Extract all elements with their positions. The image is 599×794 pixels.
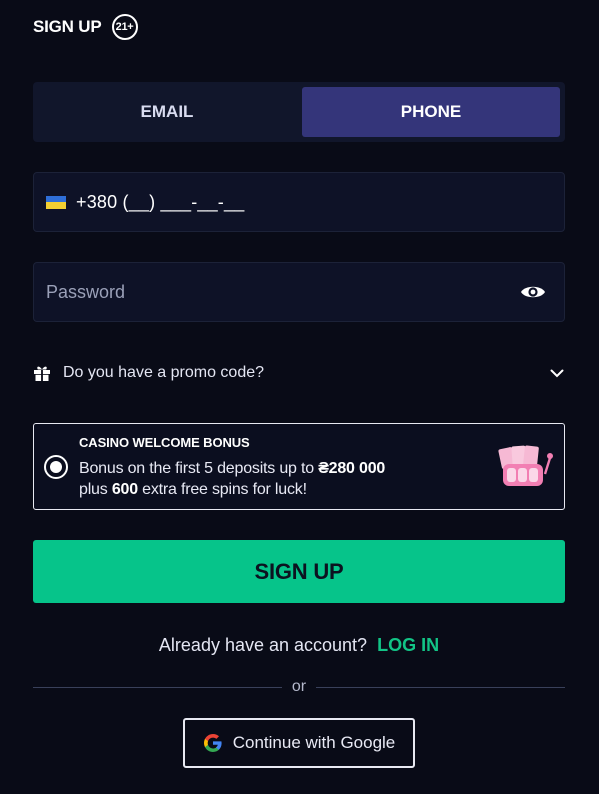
bonus-title: CASINO WELCOME BONUS [79, 435, 250, 450]
continue-with-google-button[interactable]: Continue with Google [183, 718, 415, 768]
google-button-label: Continue with Google [232, 733, 396, 752]
password-field[interactable]: Password [33, 262, 565, 322]
phone-field[interactable]: +380 (__) ___-__-__ [33, 172, 565, 232]
divider-text: or [291, 678, 307, 695]
signup-button[interactable]: SIGN UP [33, 540, 565, 603]
or-divider: or [33, 676, 566, 698]
slot-machine-icon [498, 445, 553, 486]
ukraine-flag-icon[interactable] [46, 195, 66, 209]
age-restriction-badge: 21+ [111, 14, 138, 40]
bonus-description: Bonus on the first 5 deposits up to ₴280… [79, 460, 386, 498]
chevron-down-icon[interactable] [549, 365, 565, 381]
login-question: Already have an account? [158, 634, 368, 655]
tab-phone[interactable]: PHONE [302, 87, 560, 137]
password-input[interactable]: Password [46, 282, 520, 303]
promo-code-toggle[interactable]: Do you have a promo code? [33, 358, 565, 388]
page-title: SIGN UP [33, 17, 102, 36]
divider-line-right [316, 686, 566, 688]
login-prompt: Already have an account? LOG IN [33, 632, 565, 658]
login-link[interactable]: LOG IN [377, 635, 439, 656]
signup-header: SIGN UP 21+ [33, 12, 138, 42]
phone-input[interactable]: +380 (__) ___-__-__ [76, 192, 244, 213]
eye-icon[interactable] [520, 282, 546, 302]
bonus-radio[interactable] [44, 455, 68, 479]
casino-welcome-bonus-card[interactable]: CASINO WELCOME BONUS Bonus on the first … [33, 423, 565, 510]
promo-code-label: Do you have a promo code? [63, 364, 265, 381]
signup-method-tabs: EMAIL PHONE [33, 82, 565, 142]
tab-email[interactable]: EMAIL [38, 87, 296, 137]
gift-icon [33, 364, 51, 382]
divider-line-left [33, 686, 282, 688]
google-icon [203, 734, 222, 752]
